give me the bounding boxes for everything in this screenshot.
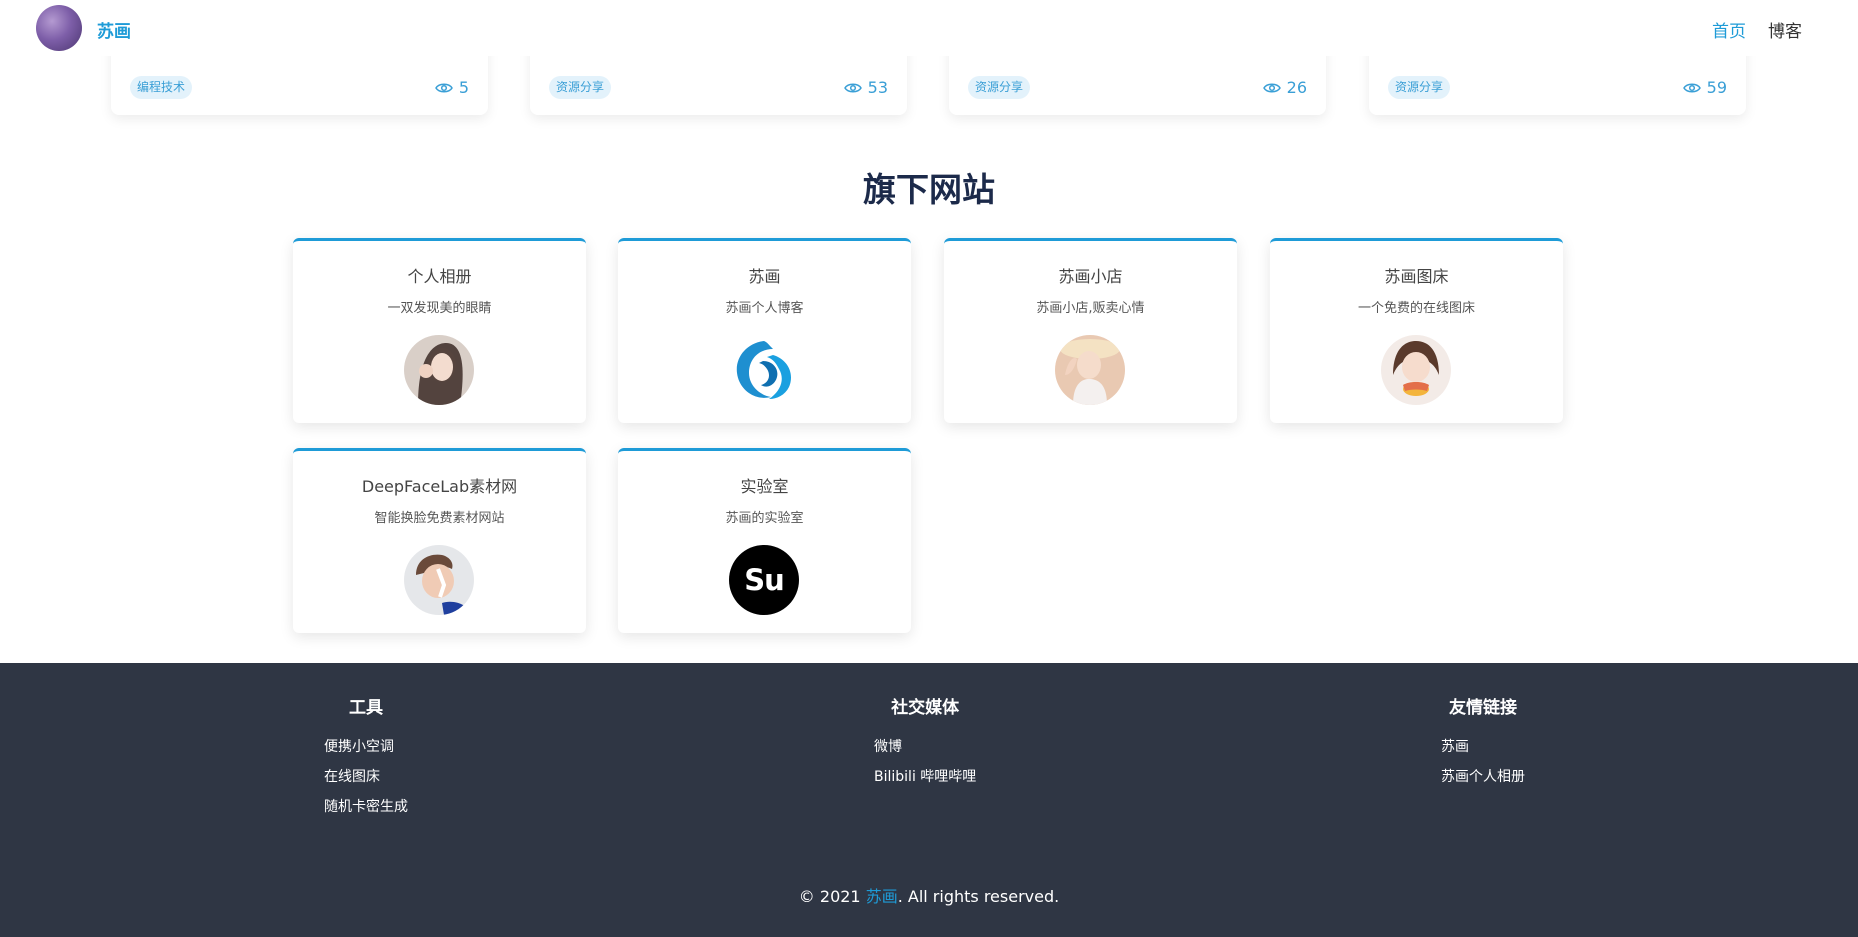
nav-blog[interactable]: 博客 (1768, 17, 1802, 42)
site-card-blog[interactable]: 苏画 苏画个人博客 (618, 238, 911, 423)
eye-icon (843, 83, 862, 92)
avatar[interactable] (36, 5, 82, 51)
copyright-prefix: © 2021 (798, 887, 866, 906)
copyright-brand-link[interactable]: 苏画 (866, 887, 898, 906)
footer-col-friends: 友情链接 苏画 苏画个人相册 (1441, 693, 1525, 792)
view-count: 59 (1682, 78, 1727, 97)
view-count: 26 (1262, 78, 1307, 97)
site-footer: 工具 便携小空调 在线图床 随机卡密生成 社交媒体 微博 Bilibili 哔哩… (0, 663, 1858, 937)
view-count-value: 5 (458, 78, 469, 97)
eye-icon (1262, 83, 1281, 92)
main-nav: 首页 博客 (1712, 17, 1802, 42)
portrait-man-icon (404, 545, 474, 615)
category-tag[interactable]: 资源分享 (1388, 76, 1451, 99)
site-name: DeepFaceLab素材网 (361, 477, 518, 496)
category-tag[interactable]: 编程技术 (130, 76, 193, 99)
portrait-girl-hat-icon (1055, 335, 1125, 405)
eye-icon (1682, 83, 1701, 92)
view-count-value: 26 (1286, 78, 1307, 97)
section-title: 旗下网站 (863, 170, 995, 209)
eye-icon (434, 83, 453, 92)
footer-link[interactable]: 便携小空调 (324, 732, 408, 762)
site-desc: 一双发现美的眼睛 (387, 301, 492, 316)
site-card-shop[interactable]: 苏画小店 苏画小店,贩卖心情 (944, 238, 1237, 423)
view-count: 53 (843, 78, 888, 97)
category-tag[interactable]: 资源分享 (549, 76, 612, 99)
view-count-value: 59 (1706, 78, 1727, 97)
copyright-suffix: . All rights reserved. (897, 887, 1060, 906)
footer-link[interactable]: 在线图床 (324, 762, 408, 792)
footer-link[interactable]: 随机卡密生成 (324, 792, 408, 822)
top-navbar: 苏画 首页 博客 (0, 0, 1858, 56)
footer-col-social: 社交媒体 微博 Bilibili 哔哩哔哩 (874, 693, 976, 792)
view-count-value: 53 (867, 78, 888, 97)
footer-link[interactable]: 苏画个人相册 (1441, 762, 1525, 792)
footer-link[interactable]: 苏画 (1441, 732, 1525, 762)
su-logo-icon: Su (729, 545, 799, 615)
portrait-girl-icon (404, 335, 474, 405)
view-count: 5 (434, 78, 469, 97)
site-card-lab[interactable]: 实验室 苏画的实验室 Su (618, 448, 911, 633)
site-card-deepfacelab[interactable]: DeepFaceLab素材网 智能换脸免费素材网站 (293, 448, 586, 633)
site-card-album[interactable]: 个人相册 一双发现美的眼睛 (293, 238, 586, 423)
site-card-imagehost[interactable]: 苏画图床 一个免费的在线图床 (1270, 238, 1563, 423)
footer-col-title: 社交媒体 (891, 698, 960, 718)
site-desc: 智能换脸免费素材网站 (374, 511, 505, 526)
footer-link[interactable]: 微博 (874, 732, 976, 762)
copyright: © 2021 苏画. All rights reserved. (0, 883, 1858, 907)
footer-col-title: 工具 (349, 698, 383, 718)
footer-col-tools: 工具 便携小空调 在线图床 随机卡密生成 (324, 693, 408, 822)
site-desc: 苏画的实验室 (725, 511, 804, 526)
site-desc: 苏画个人博客 (725, 301, 804, 316)
site-name: 苏画 (748, 267, 781, 286)
site-name: 苏画小店 (1058, 267, 1123, 286)
brand-name[interactable]: 苏画 (97, 17, 131, 42)
site-desc: 一个免费的在线图床 (1357, 301, 1475, 316)
category-tag[interactable]: 资源分享 (968, 76, 1031, 99)
site-name: 苏画图床 (1384, 267, 1449, 286)
nav-home[interactable]: 首页 (1712, 17, 1746, 42)
footer-col-title: 友情链接 (1449, 698, 1517, 718)
su-logo-text: Su (744, 563, 785, 597)
footer-link[interactable]: Bilibili 哔哩哔哩 (874, 762, 976, 792)
swirl-logo-icon (729, 335, 799, 405)
site-desc: 苏画小店,贩卖心情 (1036, 301, 1145, 316)
site-name: 个人相册 (407, 267, 472, 286)
site-name: 实验室 (740, 477, 789, 496)
portrait-girl-smile-icon (1381, 335, 1451, 405)
